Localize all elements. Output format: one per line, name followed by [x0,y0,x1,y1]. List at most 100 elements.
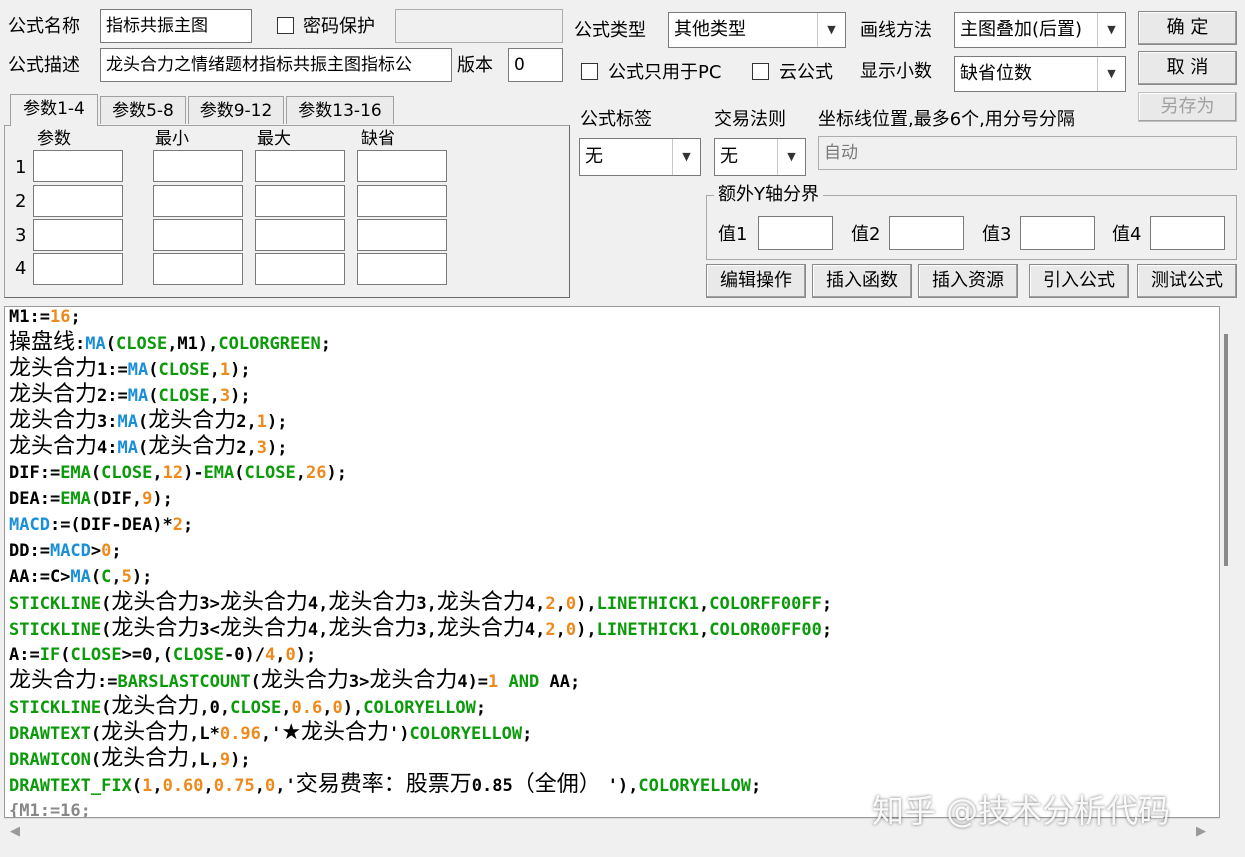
param-1-min-input[interactable] [153,150,243,182]
scroll-left-icon[interactable]: ◀ [10,824,20,839]
code-editor[interactable]: M1:=16; 操盘线:MA(CLOSE,M1),COLORGREEN; 龙头合力1… [4,306,1220,818]
formula-tag-label: 公式标签 [580,109,652,130]
param-2-max-input[interactable] [255,185,345,217]
param-1-name-input[interactable] [33,150,123,182]
tab-params-5-8[interactable]: 参数5-8 [100,96,186,124]
param-2-default-input[interactable] [357,185,447,217]
code-token: ,M1), [167,334,219,354]
code-token: （全佣） [512,772,608,797]
chevron-down-icon[interactable]: ▼ [777,139,805,175]
code-token: ); [266,412,288,432]
code-token: MACD [9,515,50,535]
pc-only-checkbox[interactable] [581,63,598,80]
chevron-down-icon[interactable]: ▼ [1097,13,1125,47]
y-value-3-input[interactable] [1020,216,1095,250]
coord-lines-input[interactable]: 自动 [818,136,1237,170]
formula-type-select[interactable]: 其他类型 ▼ [668,12,846,48]
code-token: , [152,463,163,483]
code-token: CLOSE [70,645,122,665]
tab-params-9-12[interactable]: 参数9-12 [188,96,284,124]
test-formula-button[interactable]: 测试公式 [1137,264,1237,298]
save-as-button[interactable]: 另存为 [1138,92,1237,122]
password-checkbox[interactable] [277,17,294,34]
code-token: :=(DIF-DEA)* [49,515,173,535]
param-1-default-input[interactable] [357,150,447,182]
code-line: 龙头合力1:=MA(CLOSE,1); [9,356,251,383]
param-2-min-input[interactable] [153,185,243,217]
y-value-1-input[interactable] [758,216,833,250]
cloud-formula-checkbox[interactable] [752,63,769,80]
param-4-name-input[interactable] [33,253,123,285]
code-token: 龙头合力 [328,590,417,615]
code-token: , [203,776,214,796]
param-3-name-input[interactable] [33,219,123,251]
code-token: {M1:=16; [9,801,91,818]
code-token: 3: [97,412,118,432]
tab-params-13-16[interactable]: 参数13-16 [286,96,394,124]
param-4-default-input[interactable] [357,253,447,285]
code-token: COLORFF00FF [709,594,822,614]
param-3-min-input[interactable] [153,219,243,251]
scroll-right-icon[interactable]: ▶ [1196,824,1206,839]
y-value-4-label: 值4 [1112,224,1142,245]
formula-desc-input[interactable]: 龙头合力之情绪题材指标共振主图指标公 [100,48,452,82]
code-token: ( [90,724,102,744]
code-token: , [209,386,220,406]
chevron-down-icon[interactable]: ▼ [672,139,700,175]
code-token: EMA [60,489,91,509]
code-token: ( [234,463,245,483]
chevron-down-icon[interactable]: ▼ [1097,57,1125,91]
vertical-scrollbar-thumb[interactable] [1224,334,1228,566]
code-token: CLOSE [158,360,210,380]
param-2-name-input[interactable] [33,185,123,217]
param-4-max-input[interactable] [255,253,345,285]
trade-rule-select[interactable]: 无 ▼ [714,138,806,176]
code-token: 0 [332,698,343,718]
param-4-min-input[interactable] [153,253,243,285]
code-token: 0.60 [162,776,204,796]
code-token: 操盘线 [9,330,76,355]
code-token: 龙头合力 [101,720,190,745]
code-token: CLOSE [244,463,296,483]
y-value-4-input[interactable] [1150,216,1225,250]
code-token: IF [39,645,61,665]
code-token: 0 [285,645,296,665]
code-token: STICKLINE [9,594,102,614]
edit-operations-button[interactable]: 编辑操作 [706,264,806,298]
draw-method-select[interactable]: 主图叠加(后置) ▼ [954,12,1126,48]
param-1-max-input[interactable] [255,150,345,182]
code-token: 4, [307,594,329,614]
insert-resource-button[interactable]: 插入资源 [918,264,1018,298]
code-token: 2, [236,438,257,458]
tab-params-1-4[interactable]: 参数1-4 [10,94,98,126]
import-formula-button[interactable]: 引入公式 [1029,264,1129,298]
param-3-default-input[interactable] [357,219,447,251]
vertical-scrollbar[interactable] [1221,306,1243,818]
y-value-2-input[interactable] [889,216,964,250]
code-token: ; [475,698,487,718]
cancel-button[interactable]: 取 消 [1138,51,1237,85]
code-token: AND [508,672,540,692]
code-token: '), [607,776,639,796]
code-line: STICKLINE(龙头合力3>龙头合力4,龙头合力3,龙头合力4,2,0),L… [9,590,832,617]
param-row-label: 4 [15,258,27,279]
code-token: ( [105,334,116,354]
code-token: 2 [172,515,184,535]
decimals-select[interactable]: 缺省位数 ▼ [954,56,1126,92]
formula-name-input[interactable]: 指标共振主图 [100,9,252,43]
ok-button[interactable]: 确 定 [1138,11,1237,45]
code-token: ,' [260,724,282,744]
formula-tag-select[interactable]: 无 ▼ [579,138,701,176]
code-token: ( [90,750,102,770]
version-input[interactable]: 0 [508,48,563,82]
code-line: A:=IF(CLOSE>=0,(CLOSE-0)/4,0); [9,642,316,668]
code-token: ); [152,489,173,509]
code-token: , [209,360,220,380]
code-token: ,L* [189,724,220,744]
code-line: 龙头合力4:MA(龙头合力2,3); [9,434,287,461]
chevron-down-icon[interactable]: ▼ [817,13,845,47]
param-3-max-input[interactable] [255,219,345,251]
code-line: 龙头合力2:=MA(CLOSE,3); [9,382,251,409]
insert-function-button[interactable]: 插入函数 [812,264,912,298]
